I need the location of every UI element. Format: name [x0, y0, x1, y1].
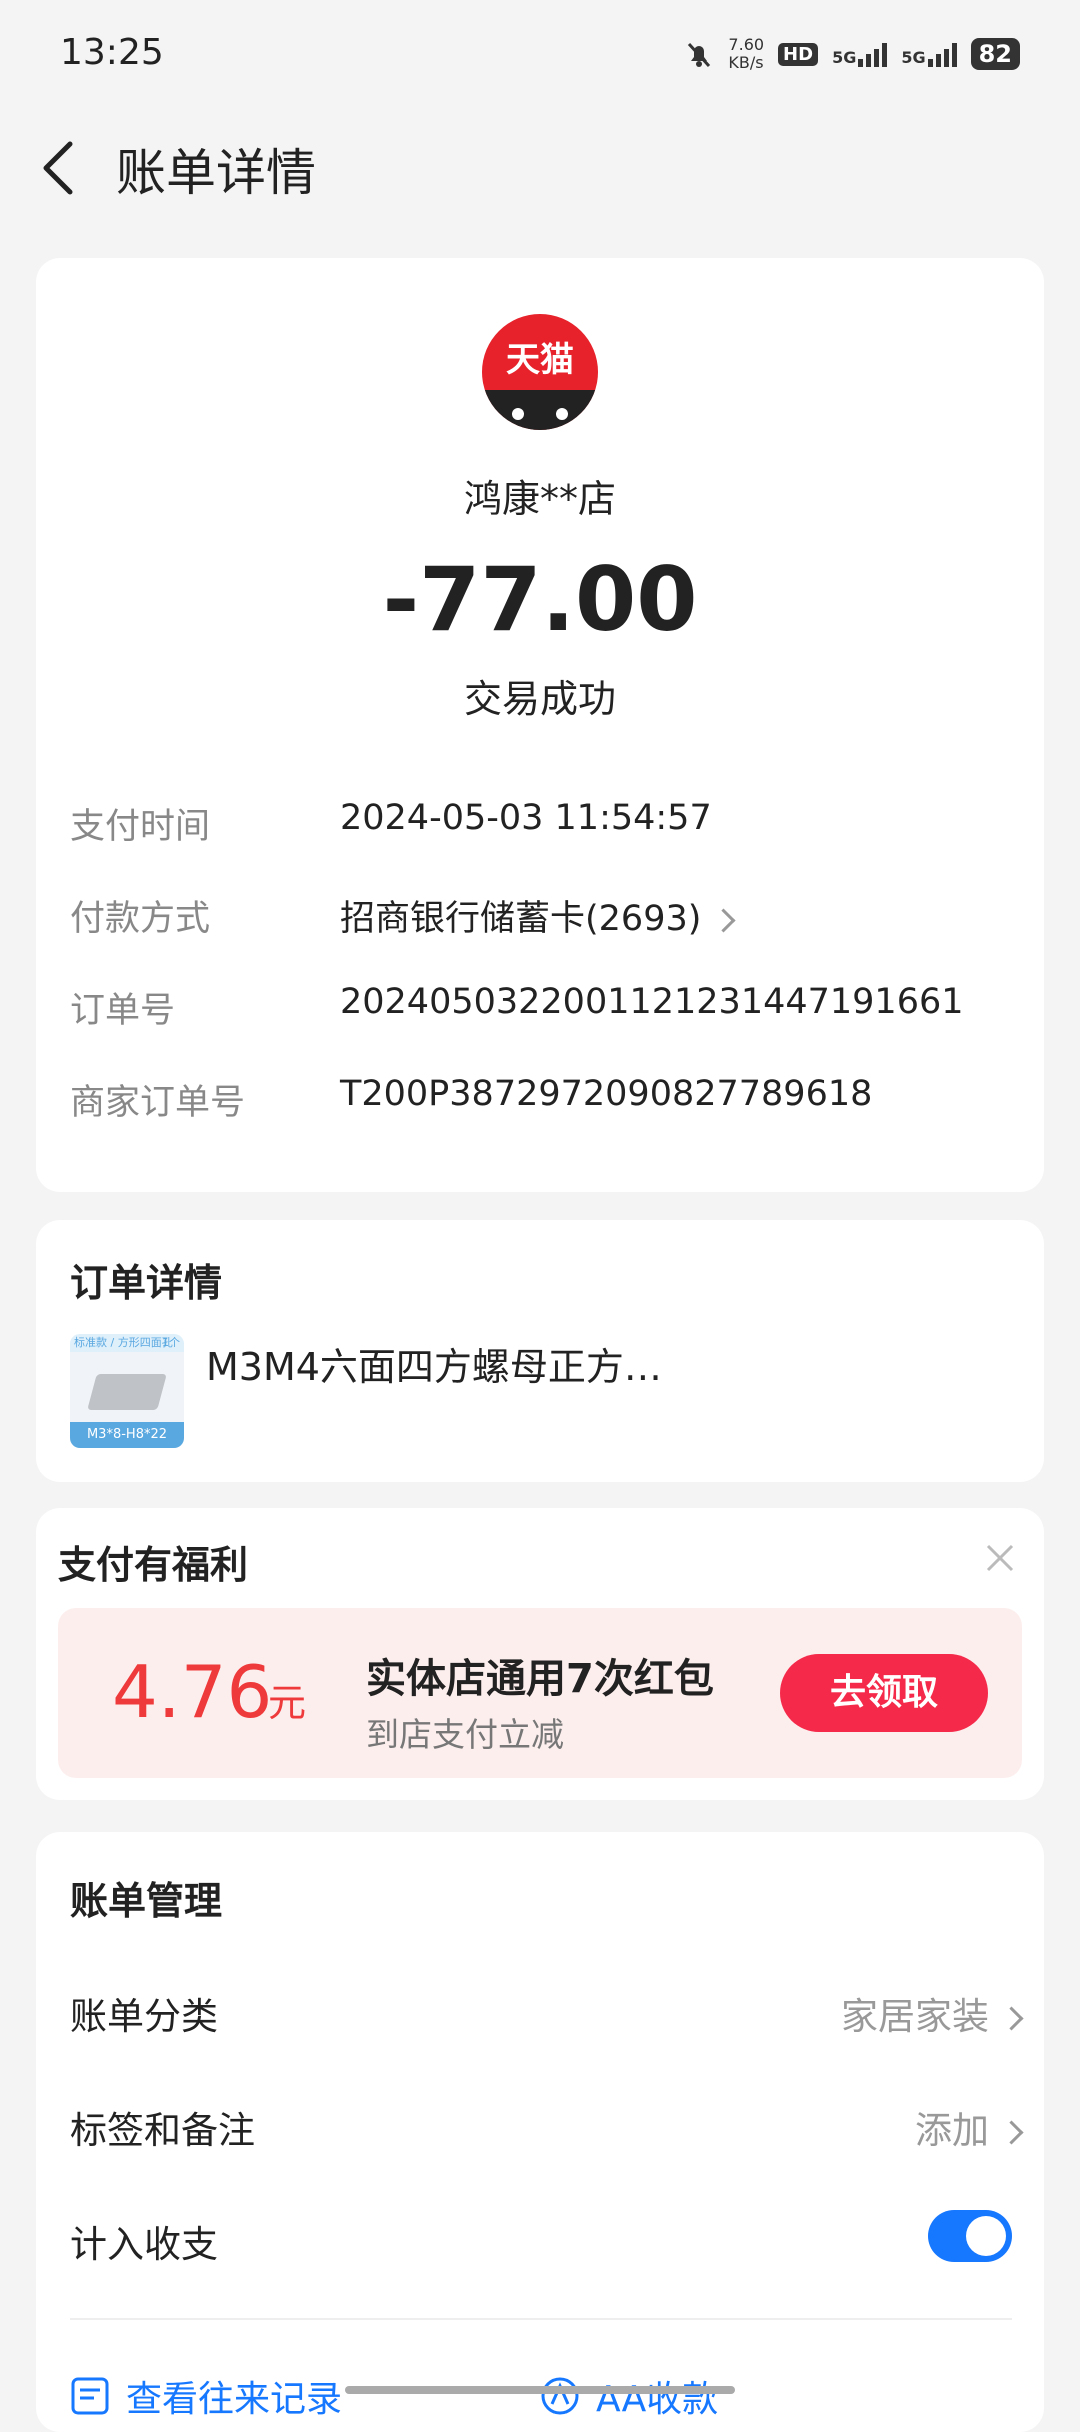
nut-image: [87, 1374, 167, 1410]
signal-bars-icon: [927, 41, 957, 67]
aa-collect-link[interactable]: AA收款: [540, 2370, 718, 2422]
mute-bell-icon: [688, 42, 711, 68]
list-icon: [71, 2377, 109, 2415]
signal-bars-icon: [858, 41, 888, 67]
divider: [70, 2318, 1012, 2320]
include-label: 计入收支: [70, 2223, 218, 2266]
merchant-order-no-value: T200P3872972090827789618: [340, 1074, 873, 1114]
bill-management-title: 账单管理: [70, 1879, 223, 1923]
pay-time-value: 2024-05-03 11:54:57: [340, 798, 712, 838]
product-name[interactable]: M3M4六面四方螺母正方…: [206, 1336, 662, 1391]
logo-face: [482, 390, 598, 430]
signal-5g-1: 5G: [832, 41, 888, 67]
benefit-title: 支付有福利: [58, 1543, 249, 1587]
logo-eye-left: [512, 408, 524, 420]
home-indicator[interactable]: [345, 2386, 735, 2394]
chevron-right-icon: [711, 907, 736, 933]
signal-5g-2: 5G: [901, 41, 957, 67]
coupon-unit: 元: [268, 1681, 307, 1725]
tags-label: 标签和备注: [70, 2109, 255, 2152]
thumb-spec-label: M3*8-H8*22: [70, 1422, 184, 1448]
pay-method-label: 付款方式: [70, 899, 211, 939]
tags-row[interactable]: 添加: [915, 2100, 1024, 2154]
thumb-top-label: 标准款 / 方形四面孔 1个: [70, 1334, 184, 1352]
pay-method-value[interactable]: 招商银行储蓄卡(2693): [340, 890, 736, 941]
aa-collect-text: AA收款: [596, 2379, 719, 2420]
aa-icon: [541, 2377, 579, 2415]
pay-time-label: 支付时间: [70, 807, 211, 847]
merchant-name: 鸿康**店: [463, 477, 616, 521]
merchant-order-no-label: 商家订单号: [70, 1083, 246, 1123]
tmall-logo: 天猫: [482, 314, 598, 430]
view-history-text: 查看往来记录: [126, 2379, 343, 2420]
logo-text: 天猫: [506, 340, 574, 380]
category-label: 账单分类: [70, 1995, 218, 2038]
toggle-knob: [966, 2216, 1006, 2256]
back-arrow-icon[interactable]: [36, 138, 80, 198]
claim-button[interactable]: 去领取: [780, 1654, 988, 1732]
include-toggle[interactable]: [928, 2210, 1012, 2262]
chevron-right-icon: [999, 2120, 1024, 2145]
coupon-subtitle: 到店支付立减: [366, 1715, 564, 1754]
logo-eye-right: [556, 408, 568, 420]
tags-value: 添加: [915, 2109, 989, 2152]
hd-icon: HD: [778, 42, 819, 66]
product-thumbnail[interactable]: 标准款 / 方形四面孔 1个 M3*8-H8*22: [70, 1334, 184, 1448]
page-title: 账单详情: [116, 144, 316, 202]
category-value: 家居家装: [841, 1995, 989, 2038]
net-speed: 7.60 KB/s: [728, 35, 765, 72]
coupon-title: 实体店通用7次红包: [366, 1656, 714, 1702]
battery-icon: 82: [970, 38, 1020, 70]
transaction-status: 交易成功: [463, 677, 616, 721]
chevron-right-icon: [999, 2006, 1024, 2031]
status-time: 13:25: [60, 32, 164, 73]
order-no-label: 订单号: [70, 991, 176, 1031]
category-row[interactable]: 家居家装: [841, 1986, 1024, 2040]
transaction-amount: -77.00: [382, 548, 698, 651]
close-icon[interactable]: [982, 1540, 1018, 1576]
view-history-link[interactable]: 查看往来记录: [70, 2370, 342, 2422]
order-details-title: 订单详情: [70, 1261, 223, 1305]
order-no-value: 2024050322001121231447191661: [340, 982, 964, 1022]
pay-method-text: 招商银行储蓄卡(2693): [340, 899, 702, 939]
status-icons: 7.60 KB/s HD 5G 5G 82: [684, 36, 1020, 72]
coupon-amount: 4.76: [112, 1650, 273, 1734]
